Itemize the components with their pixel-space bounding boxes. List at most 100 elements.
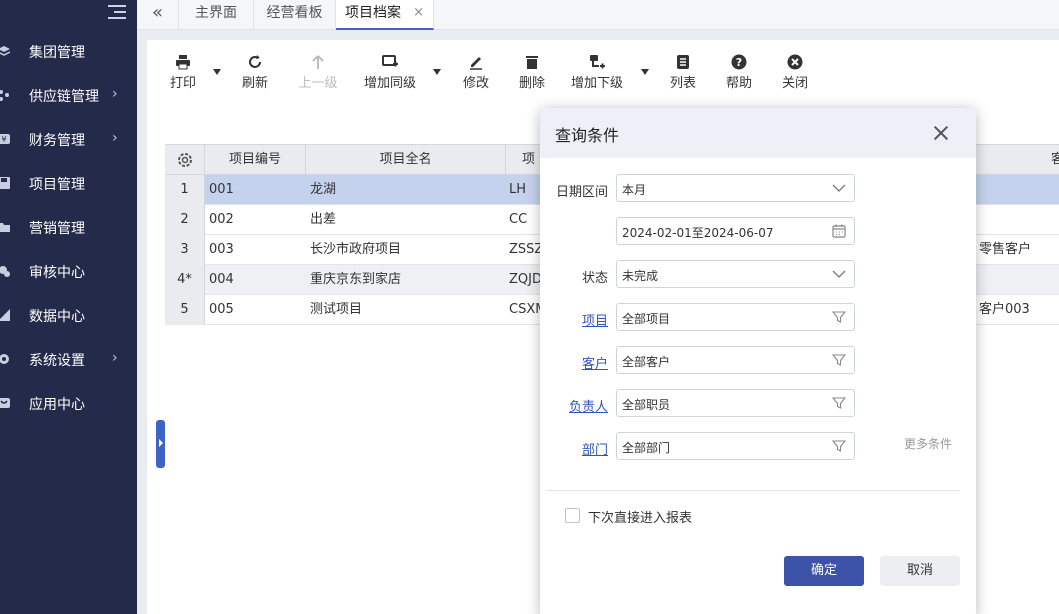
- sidebar-item-label: 营销管理: [29, 221, 85, 237]
- sidebar-item-label: 财务管理: [29, 133, 85, 149]
- trash-icon: [526, 56, 538, 69]
- dialog-title: 查询条件: [555, 126, 620, 145]
- chevron-right-icon: ›: [112, 350, 118, 366]
- date-range-select[interactable]: 本月: [616, 174, 855, 202]
- column-header[interactable]: 客: [1035, 145, 1059, 175]
- confirm-button[interactable]: 确定: [784, 556, 864, 586]
- list-button[interactable]: 列表: [669, 54, 697, 94]
- sidebar-item-data[interactable]: 数据中心: [0, 293, 137, 337]
- refresh-button[interactable]: 刷新: [240, 54, 270, 94]
- tab-project-archive[interactable]: 项目档案 ×: [336, 0, 434, 30]
- up-level-button[interactable]: 上一级: [297, 54, 339, 94]
- arrow-up-icon: [312, 55, 324, 69]
- gear-icon: [177, 153, 192, 167]
- sidebar-item-label: 数据中心: [29, 309, 85, 325]
- chart-icon: [0, 309, 10, 321]
- print-dropdown-icon[interactable]: [213, 69, 221, 75]
- sidebar-item-group-management[interactable]: 集团管理: [0, 29, 137, 73]
- divider: [546, 490, 960, 491]
- pencil-icon: [470, 57, 482, 70]
- column-header[interactable]: 项目全名: [306, 145, 506, 175]
- status-select[interactable]: 未完成: [616, 260, 855, 288]
- filter-icon: [832, 397, 846, 409]
- sidebar-item-label: 系统设置: [29, 353, 85, 369]
- sidebar-item-supply-chain[interactable]: 供应链管理 ›: [0, 73, 137, 117]
- date-range-input[interactable]: 2024-02-01至2024-06-07: [616, 217, 855, 245]
- sidebar-item-settings[interactable]: 系统设置 ›: [0, 337, 137, 381]
- filter-icon: [832, 440, 846, 452]
- owner-filter[interactable]: 全部职员: [616, 389, 855, 417]
- side-panel-toggle[interactable]: [156, 420, 165, 468]
- chevron-down-icon: [832, 184, 846, 192]
- date-range-label: 日期区间: [555, 185, 608, 200]
- filter-icon: [832, 354, 846, 366]
- supply-chain-icon: [0, 90, 9, 101]
- settings-icon: [0, 354, 9, 364]
- add-same-level-dropdown-icon[interactable]: [433, 69, 441, 75]
- edit-button[interactable]: 修改: [462, 54, 490, 94]
- add-same-level-button[interactable]: 增加同级: [364, 54, 416, 94]
- sidebar: 集团管理 供应链管理 › ¥ 财务管理 › 项目管理 营销管理 审核中心 数据中…: [0, 0, 137, 614]
- save-icon: [0, 177, 10, 189]
- add-sub-level-dropdown-icon[interactable]: [641, 69, 649, 75]
- sidebar-item-audit[interactable]: 审核中心: [0, 249, 137, 293]
- menu-collapse-icon[interactable]: [108, 4, 126, 20]
- sidebar-item-label: 项目管理: [29, 177, 85, 193]
- tab-label: 主界面: [195, 5, 237, 21]
- customer-filter[interactable]: 全部客户: [616, 346, 855, 374]
- cancel-button[interactable]: 取消: [880, 556, 960, 586]
- close-tab-icon[interactable]: ×: [413, 0, 424, 26]
- svg-text:?: ?: [736, 56, 742, 69]
- sidebar-item-finance[interactable]: ¥ 财务管理 ›: [0, 117, 137, 161]
- tab-home[interactable]: 主界面: [179, 0, 254, 30]
- sidebar-item-apps[interactable]: 应用中心: [0, 381, 137, 425]
- owner-link[interactable]: 负责人: [540, 396, 608, 415]
- direct-report-checkbox[interactable]: [565, 508, 580, 523]
- department-link[interactable]: 部门: [540, 439, 608, 458]
- query-conditions-dialog: 查询条件 日期区间 本月 2024-02-01至2024-06-07 状态 未完…: [540, 108, 976, 614]
- chevron-down-icon: [832, 270, 846, 278]
- project-filter[interactable]: 全部项目: [616, 303, 855, 331]
- refresh-icon: [249, 55, 261, 68]
- column-settings-button[interactable]: [165, 145, 205, 175]
- sidebar-item-label: 供应链管理: [29, 89, 99, 105]
- close-circle-icon: [787, 54, 803, 70]
- add-node-icon: [382, 55, 398, 67]
- chevron-right-icon: ›: [112, 86, 118, 102]
- close-icon[interactable]: [933, 125, 949, 141]
- calendar-icon: [832, 224, 846, 238]
- help-icon: ?: [731, 54, 747, 70]
- sidebar-item-label: 集团管理: [29, 45, 85, 61]
- layers-icon: [0, 46, 10, 56]
- column-header[interactable]: 项目编号: [205, 145, 306, 175]
- tab-bar: « 主界面 经营看板 项目档案 ×: [137, 0, 1059, 30]
- add-child-node-icon: [590, 55, 605, 69]
- list-icon: [677, 55, 689, 69]
- department-filter[interactable]: 全部部门: [616, 432, 855, 460]
- close-button[interactable]: 关闭: [781, 54, 809, 94]
- tab-business-dashboard[interactable]: 经营看板: [254, 0, 336, 30]
- add-sub-level-button[interactable]: 增加下级: [571, 54, 623, 94]
- dialog-header: 查询条件: [540, 108, 976, 158]
- sidebar-item-marketing[interactable]: 营销管理: [0, 205, 137, 249]
- audit-icon: [0, 266, 10, 277]
- customer-link[interactable]: 客户: [540, 353, 608, 372]
- sidebar-item-label: 审核中心: [29, 265, 85, 281]
- printer-icon: [176, 55, 190, 70]
- tab-label: 项目档案: [345, 5, 401, 21]
- delete-button[interactable]: 删除: [518, 54, 546, 94]
- print-button[interactable]: 打印: [169, 54, 197, 94]
- project-link[interactable]: 项目: [540, 310, 608, 329]
- tabs-back-icon[interactable]: «: [137, 0, 179, 30]
- direct-report-label[interactable]: 下次直接进入报表: [588, 507, 692, 526]
- help-button[interactable]: ? 帮助: [725, 54, 753, 94]
- finance-icon: ¥: [0, 134, 10, 144]
- folder-icon: [0, 223, 10, 232]
- sidebar-item-label: 应用中心: [29, 397, 85, 413]
- more-conditions-link[interactable]: 更多条件: [904, 435, 952, 452]
- app-icon: [0, 398, 10, 408]
- sidebar-item-project[interactable]: 项目管理: [0, 161, 137, 205]
- svg-text:¥: ¥: [1, 135, 6, 144]
- status-label: 状态: [581, 271, 608, 286]
- filter-icon: [832, 311, 846, 323]
